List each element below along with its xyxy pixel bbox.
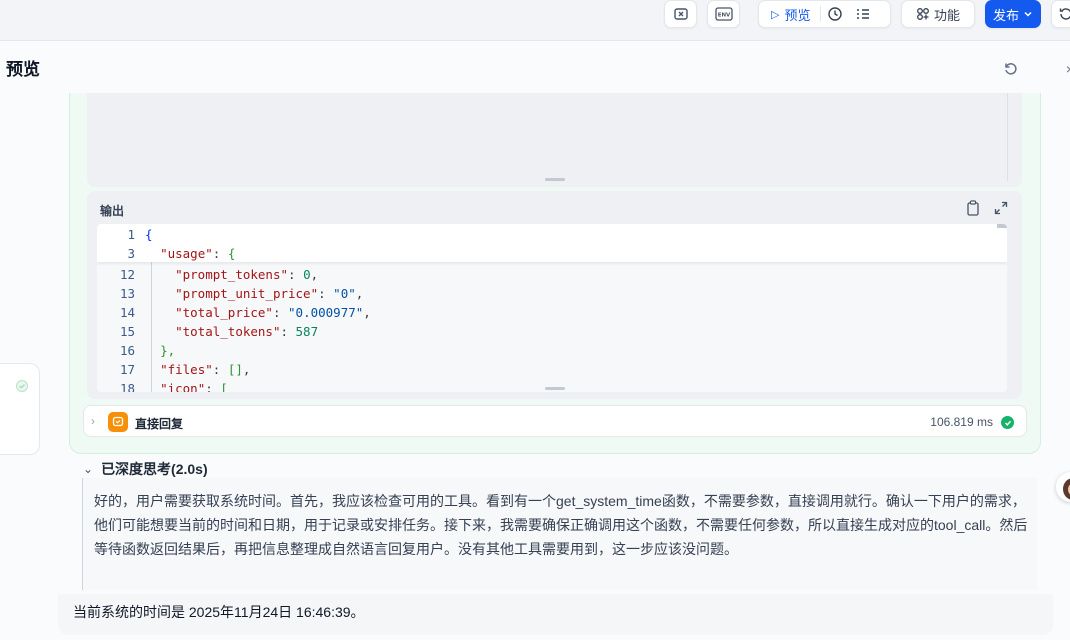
close-icon: × <box>1066 61 1070 77</box>
output-label: 输出 <box>100 204 125 218</box>
code-editor[interactable]: 1 { 3 "usage": { 12 "prompt_tokens": 0, … <box>97 224 1007 392</box>
features-label: 功能 <box>933 7 960 23</box>
code-line: "prompt_tokens": 0, <box>175 267 319 282</box>
line-number: 14 <box>119 305 135 320</box>
thinking-toggle[interactable]: ⌄ 已深度思考(2.0s) <box>83 459 208 479</box>
line-number: 3 <box>127 246 135 261</box>
panel-title: 预览 <box>6 60 40 79</box>
preview-group: ▷ 预览 <box>758 0 891 28</box>
code-line: "prompt_unit_price": "0", <box>175 286 364 301</box>
direct-reply-node[interactable]: › 直接回复 106.819 ms <box>83 405 1027 437</box>
restart-button[interactable] <box>1001 59 1021 79</box>
scrollbar[interactable] <box>997 224 1007 228</box>
chevron-right-icon[interactable]: › <box>91 414 95 428</box>
line-number: 13 <box>119 286 135 301</box>
code-line: "total_tokens": 587 <box>175 324 319 339</box>
line-number: 1 <box>127 227 135 242</box>
thinking-header: 已深度思考(2.0s) <box>101 461 208 477</box>
variable-inspect-button[interactable] <box>664 0 697 28</box>
play-icon: ▷ <box>771 8 780 21</box>
code-line: "files": [], <box>160 362 251 377</box>
expand-icon[interactable] <box>993 200 1009 216</box>
checklist-icon[interactable] <box>855 6 871 22</box>
sticky-header: 1 { 3 "usage": { <box>97 224 1007 262</box>
node-name: 直接回复 <box>135 417 184 431</box>
chevron-down-icon <box>1024 11 1032 17</box>
chevron-down-icon: ⌄ <box>83 462 94 476</box>
env-button[interactable]: ENV <box>707 0 740 28</box>
node-duration: 106.819 ms <box>930 415 993 429</box>
publish-label: 发布 <box>992 7 1019 23</box>
restart-icon <box>1005 63 1017 75</box>
code-line: { <box>145 227 153 242</box>
node-status-icon <box>16 380 28 392</box>
line-number: 16 <box>119 343 135 358</box>
thinking-text: 好的，用户需要获取系统时间。首先，我应该检查可用的工具。看到有一个get_sys… <box>94 493 1028 557</box>
top-toolbar: ENV ▷ 预览 功能 发布 <box>0 0 1070 41</box>
success-check-icon <box>1001 416 1014 429</box>
input-panel <box>87 93 1022 187</box>
line-number: 18 <box>119 381 135 392</box>
code-line: "total_price": "0.000977", <box>175 305 371 320</box>
publish-button[interactable]: 发布 <box>985 0 1041 28</box>
features-icon <box>917 8 929 20</box>
divider <box>820 6 822 22</box>
resize-handle[interactable] <box>545 178 565 181</box>
reply-node-icon <box>108 412 128 432</box>
line-number: 17 <box>119 362 135 377</box>
answer-message: 当前系统的时间是 2025年11月24日 16:46:39。 <box>58 594 1053 635</box>
history-icon <box>1059 8 1070 20</box>
features-button[interactable]: 功能 <box>901 0 975 28</box>
preview-button-label[interactable]: 预览 <box>784 5 810 24</box>
history-button[interactable] <box>1051 0 1070 28</box>
code-line: "usage": { <box>160 246 236 261</box>
run-history-icon[interactable] <box>827 6 843 22</box>
scroll-track <box>1007 93 1008 181</box>
thinking-content: 好的，用户需要获取系统时间。首先，我应该检查可用的工具。看到有一个get_sys… <box>82 478 1037 590</box>
resize-handle[interactable] <box>545 387 565 390</box>
answer-text: 当前系统的时间是 2025年11月24日 16:46:39。 <box>73 604 365 620</box>
line-number: 15 <box>119 324 135 339</box>
line-number: 12 <box>119 267 135 282</box>
code-line: "icon": [ <box>160 381 228 392</box>
svg-text:ENV: ENV <box>717 13 730 19</box>
side-node-card[interactable] <box>0 363 40 455</box>
output-panel: 输出 1 { 3 "usage": { 12 "prompt_tokens": … <box>87 191 1022 399</box>
close-panel-button[interactable]: × <box>1060 59 1070 79</box>
user-avatar[interactable] <box>1056 472 1070 502</box>
variable-inspect-icon <box>673 8 688 20</box>
copy-icon[interactable] <box>965 200 981 216</box>
env-icon: ENV <box>714 7 733 21</box>
preview-panel: 预览 × 输出 1 { 3 "usage": { 1 <box>0 41 1070 640</box>
code-line: }, <box>160 343 176 358</box>
